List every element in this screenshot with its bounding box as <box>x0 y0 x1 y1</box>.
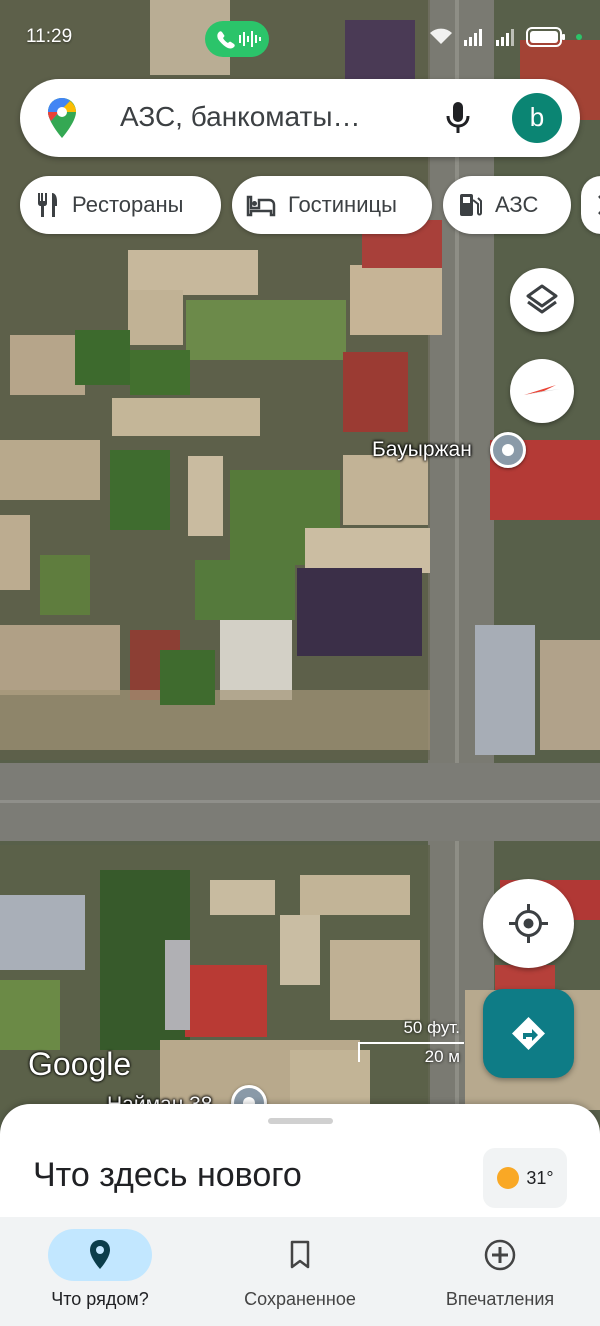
layers-button[interactable] <box>510 268 574 332</box>
weather-badge[interactable]: 31° <box>483 1148 567 1208</box>
hotel-icon <box>246 195 276 217</box>
compass-button[interactable] <box>510 359 574 423</box>
place-pin-icon[interactable] <box>490 432 526 468</box>
restaurant-icon <box>38 193 57 217</box>
bookmark-icon <box>290 1240 310 1269</box>
nav-icon-container <box>448 1229 552 1281</box>
chip-label: АЗС <box>495 192 539 217</box>
cell-signal-icon <box>464 29 482 46</box>
google-logo: Google <box>28 1046 132 1082</box>
search-bar[interactable]: АЗС, банкоматы… b <box>20 79 580 157</box>
nav-contribute[interactable]: Впечатления <box>400 1217 600 1326</box>
chip-label: Рестораны <box>72 192 184 217</box>
location-pin-icon <box>90 1240 110 1269</box>
account-avatar[interactable]: b <box>512 93 562 143</box>
sheet-drag-handle[interactable] <box>268 1118 333 1124</box>
nav-active-indicator <box>48 1229 152 1281</box>
status-bar: 11:29 <box>0 0 600 76</box>
wifi-icon <box>430 28 452 44</box>
bottom-navigation: Что рядом? Сохраненное Впечатления <box>0 1217 600 1326</box>
cell-signal-icon-2 <box>496 29 514 46</box>
sheet-title: Что здесь нового <box>33 1156 302 1194</box>
phone-icon <box>217 31 261 49</box>
chip-label: Гостиницы <box>288 192 397 217</box>
nav-label: Впечатления <box>445 1289 555 1309</box>
status-icons <box>428 26 582 48</box>
sun-icon <box>497 1167 520 1189</box>
search-input[interactable]: АЗС, банкоматы… <box>120 101 360 133</box>
scale-feet: 50 фут. <box>403 1018 460 1037</box>
chip-restaurants[interactable]: Рестораны <box>20 176 221 234</box>
map-scale: 50 фут. 20 м <box>358 1018 468 1068</box>
weather-temperature: 31° <box>526 1167 554 1188</box>
scale-meters: 20 м <box>424 1047 460 1066</box>
nav-explore[interactable]: Что рядом? <box>0 1217 200 1326</box>
add-circle-icon <box>484 1239 516 1271</box>
ongoing-call-indicator[interactable] <box>205 21 269 57</box>
my-location-button[interactable] <box>483 879 574 968</box>
chip-gas-stations[interactable]: АЗС <box>443 176 571 234</box>
battery-icon <box>526 27 565 47</box>
gas-station-icon <box>460 194 482 216</box>
layers-icon <box>526 284 558 314</box>
nav-label: Что рядом? <box>51 1289 149 1309</box>
microphone-icon[interactable] <box>444 99 472 137</box>
nav-label: Сохраненное <box>244 1289 356 1309</box>
place-label-bauyrzhan[interactable]: Бауыржан <box>372 438 472 462</box>
directions-icon <box>512 1017 545 1050</box>
chip-hotels[interactable]: Гостиницы <box>232 176 432 234</box>
google-maps-logo-icon <box>48 98 76 138</box>
more-chip-icon <box>598 195 600 215</box>
nav-icon-container <box>248 1229 352 1281</box>
status-time: 11:29 <box>26 26 73 47</box>
chip-more[interactable] <box>581 176 600 234</box>
nav-saved[interactable]: Сохраненное <box>200 1217 400 1326</box>
compass-icon <box>524 385 560 395</box>
directions-button[interactable] <box>483 989 574 1078</box>
privacy-dot <box>576 34 582 40</box>
my-location-icon <box>509 904 548 943</box>
